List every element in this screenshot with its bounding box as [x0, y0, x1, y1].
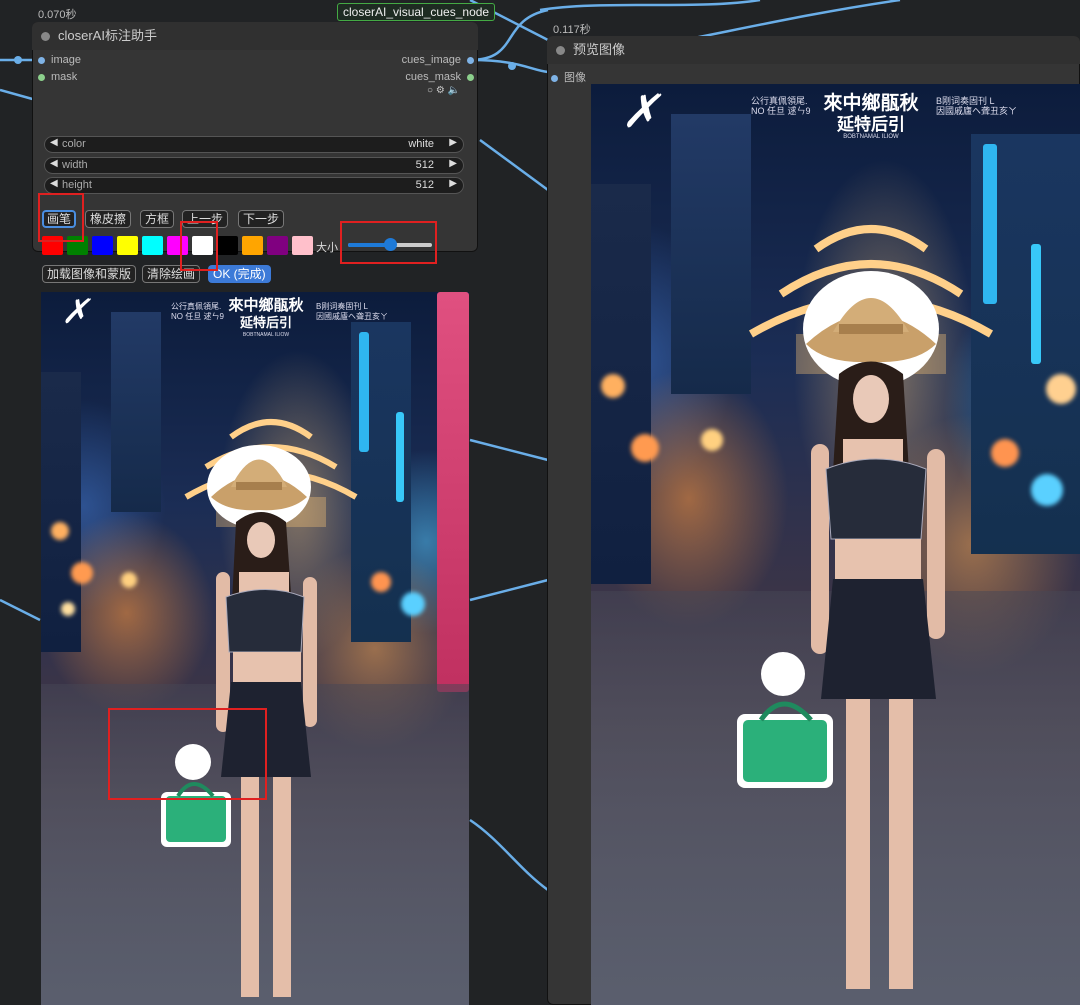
poster-side-text-right: B刚词奏固刊 L 因國戚廬ヘ聋丑亥ㄚ — [316, 302, 388, 321]
output-pin-icon[interactable] — [467, 56, 474, 64]
color-swatch[interactable] — [267, 236, 288, 255]
increment-arrow-icon[interactable]: ▶ — [449, 178, 457, 189]
load-image-mask-button[interactable]: 加载图像和蒙版 — [42, 265, 137, 283]
annotation-rectangle — [108, 708, 267, 800]
color-swatch[interactable] — [217, 236, 238, 255]
node-type-badge: closerAI_visual_cues_node — [337, 3, 496, 21]
highlight-brush-tool — [38, 193, 84, 242]
node-title: closerAI标注助手 — [58, 28, 157, 43]
input-pin-icon[interactable] — [551, 74, 558, 82]
height-widget[interactable]: ◀ height 512 ▶ — [44, 177, 464, 194]
input-pin-icon[interactable] — [38, 73, 45, 81]
node-title: 预览图像 — [573, 42, 626, 57]
decrement-arrow-icon[interactable]: ◀ — [50, 137, 58, 148]
model-figure — [803, 271, 945, 989]
increment-arrow-icon[interactable]: ▶ — [449, 137, 457, 148]
execution-time: 0.117秒 — [553, 24, 591, 36]
node-title-bar[interactable]: closerAI标注助手 — [32, 22, 478, 50]
brand-logo: ✗ — [621, 84, 660, 138]
output-slot-cues-mask[interactable]: cues_mask — [405, 71, 474, 83]
input-pin-icon[interactable] — [38, 56, 45, 64]
preview-image: ✗ 公行真佩領尾. NO 任旦 逑ㄣ9 來中鄉瓹秋 延特后引 BOBTNAMAL … — [591, 84, 1080, 1005]
collapse-dot-icon[interactable] — [556, 46, 565, 55]
size-label: 大小 — [316, 242, 338, 254]
collapse-dot-icon[interactable] — [41, 32, 50, 41]
width-widget[interactable]: ◀ width 512 ▶ — [44, 157, 464, 174]
bag-sticker — [737, 652, 833, 788]
color-swatch[interactable] — [242, 236, 263, 255]
poster-side-text-right: B刚词奏固刊 L 因國戚廬ヘ聋丑亥ㄚ — [936, 96, 1018, 116]
output-slot-cues-image[interactable]: cues_image — [402, 54, 474, 66]
input-slot-image[interactable]: 图像 — [551, 69, 586, 85]
increment-arrow-icon[interactable]: ▶ — [449, 158, 457, 169]
redo-button[interactable]: 下一步 — [238, 210, 285, 228]
node-title-bar[interactable]: 预览图像 — [547, 36, 1080, 64]
execution-time: 0.070秒 — [38, 9, 77, 21]
gear-icon[interactable]: ⚙ — [436, 85, 445, 96]
highlight-white-swatch — [180, 221, 218, 271]
brand-logo: ✗ — [61, 292, 90, 332]
input-slot-image[interactable]: image — [38, 54, 81, 66]
input-slot-mask[interactable]: mask — [38, 71, 77, 83]
annotation-canvas[interactable]: ✗ 公行真佩領尾. NO 任旦 逑ㄣ9 來中鄉瓹秋 延特后引 BOBTNAMAL … — [41, 292, 469, 1005]
poster-tagline: BOBTNAMAL ILIOW — [242, 332, 290, 338]
color-swatch[interactable] — [292, 236, 313, 255]
color-swatch[interactable] — [117, 236, 138, 255]
color-swatch[interactable] — [142, 236, 163, 255]
circle-icon: ○ — [427, 85, 434, 96]
node-status-icons: ○ ⚙ 🔈 — [427, 85, 460, 96]
highlight-size-slider — [340, 221, 437, 264]
output-pin-icon[interactable] — [467, 73, 474, 81]
poster-subheadline: 延特后引 — [239, 316, 292, 331]
decrement-arrow-icon[interactable]: ◀ — [50, 178, 58, 189]
eraser-tool-button[interactable]: 橡皮擦 — [85, 210, 132, 228]
poster-tagline: BOBTNAMAL ILIOW — [843, 134, 899, 140]
speaker-icon[interactable]: 🔈 — [448, 85, 460, 96]
decrement-arrow-icon[interactable]: ◀ — [50, 158, 58, 169]
color-widget[interactable]: ◀ color white ▶ — [44, 136, 464, 153]
color-swatch[interactable] — [92, 236, 113, 255]
rectangle-tool-button[interactable]: 方框 — [140, 210, 175, 228]
